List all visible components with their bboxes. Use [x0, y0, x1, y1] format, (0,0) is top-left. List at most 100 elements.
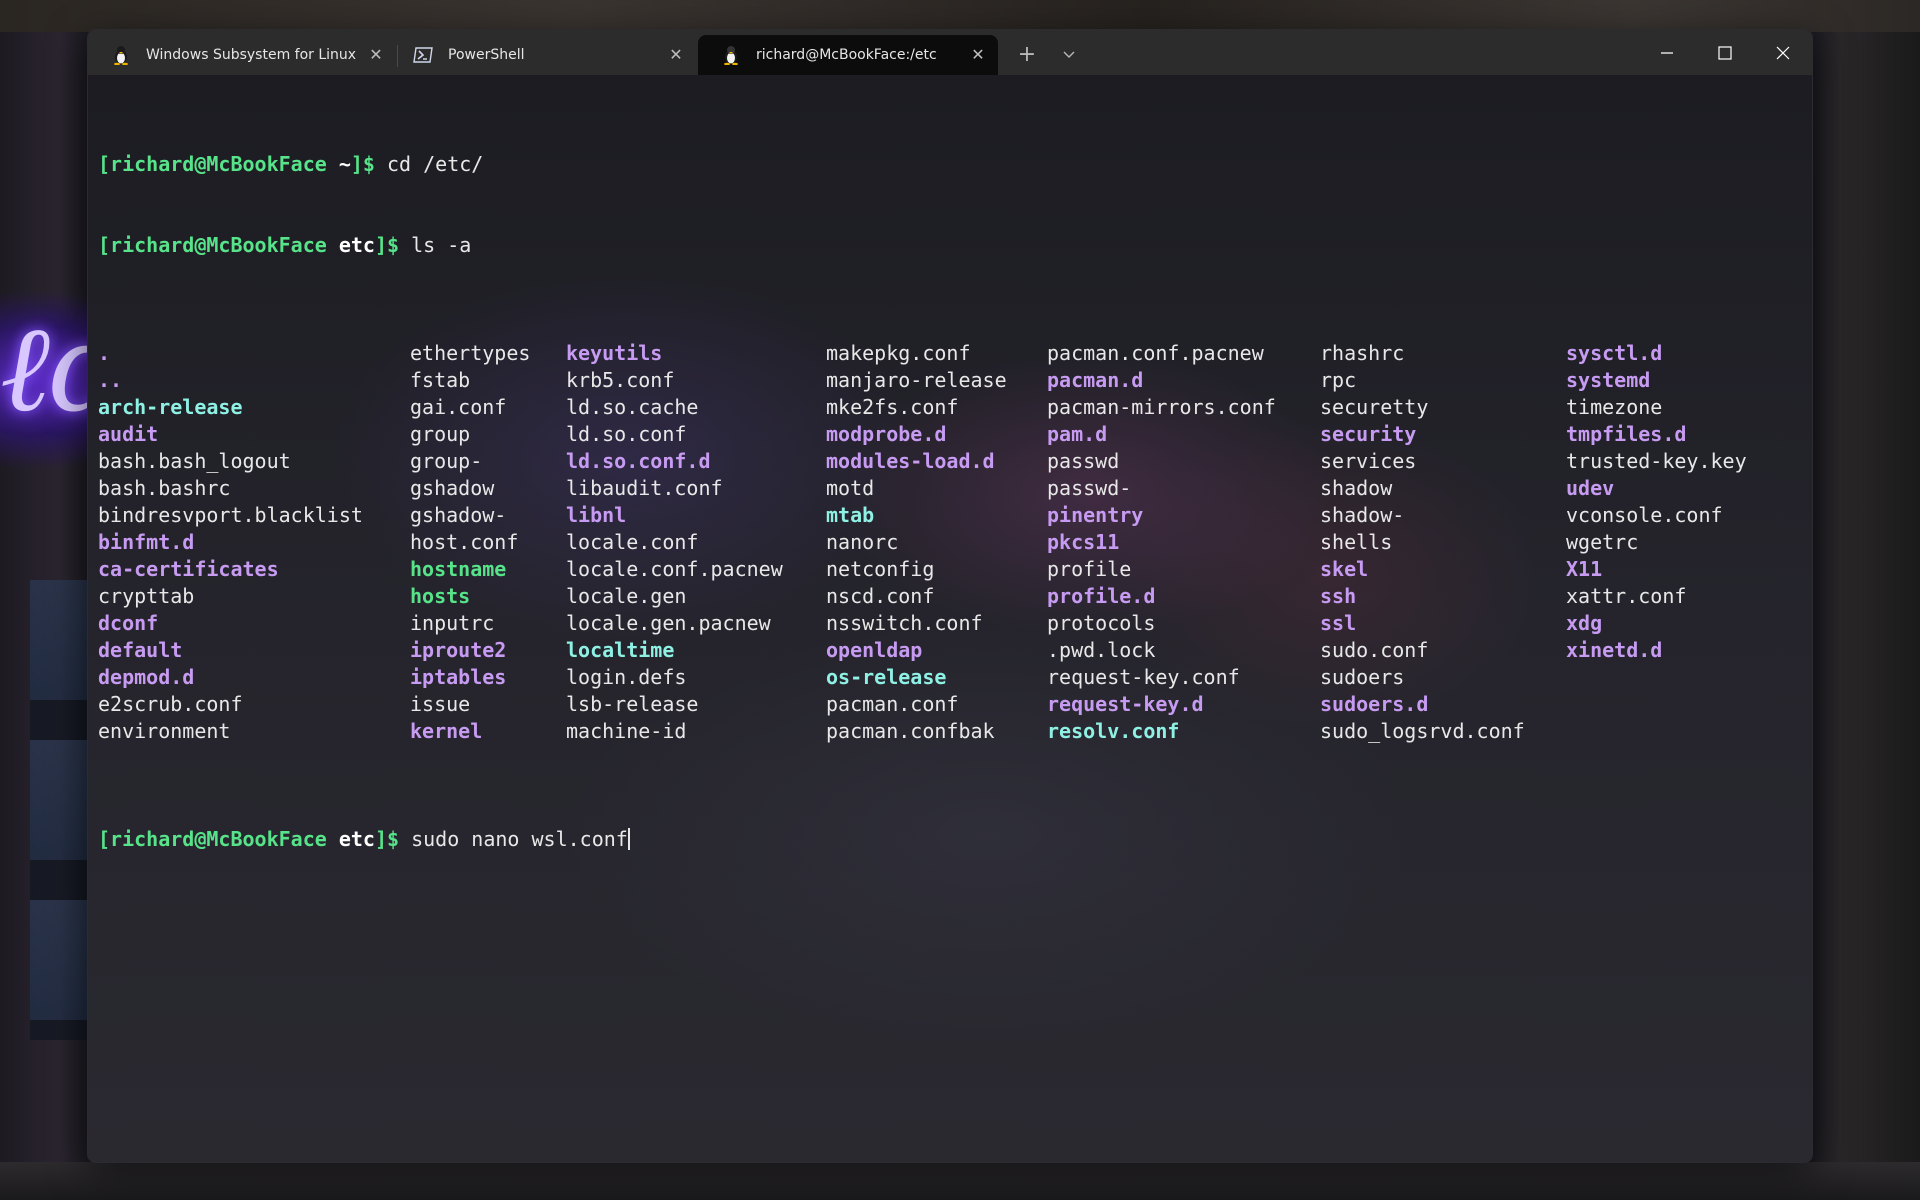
ls-entry-file: nsswitch.conf: [826, 611, 983, 635]
ls-entry-link: os-release: [826, 665, 947, 689]
command-text: cd /etc/: [387, 152, 484, 176]
ls-entry-file: xattr.conf: [1566, 584, 1687, 608]
linux-tux-icon: [110, 44, 132, 66]
desktop-wallpaper-bottom: [0, 1162, 1920, 1200]
ls-entry-file: environment: [98, 719, 231, 743]
ls-entry-dir: X11: [1566, 557, 1603, 581]
ls-entry-file: locale.conf.pacnew: [566, 557, 783, 581]
ls-entry-file: gshadow-: [410, 503, 507, 527]
ls-entry-file: lsb-release: [566, 692, 699, 716]
ls-column: ... arch-release audit bash.bash_logoutbash…: [98, 340, 363, 745]
ls-entry-file: timezone: [1566, 395, 1663, 419]
new-tab-button[interactable]: +: [1014, 42, 1040, 68]
ls-entry-file: nanorc: [826, 530, 899, 554]
ls-entry-file: issue: [410, 692, 471, 716]
tab-wsl[interactable]: Windows Subsystem for Linux P ✕: [88, 35, 396, 75]
terminal-line: [richard@McBookFace etc]$ ls -a: [98, 232, 1802, 259]
ls-column: rhashrc rpc securetty security services shado…: [1320, 340, 1525, 745]
ls-column: sysctl.d systemd timezone tmpfiles.d trusted…: [1566, 340, 1747, 664]
ls-entry-file: shadow-: [1320, 503, 1405, 527]
ls-entry-dir: pacman.d: [1047, 368, 1144, 392]
ls-entry-link: arch-release: [98, 395, 243, 419]
tab-label: PowerShell: [448, 47, 525, 63]
prompt-suffix: ]$: [374, 827, 412, 851]
minimize-icon: [1661, 51, 1673, 54]
ls-entry-dir: ..: [98, 368, 123, 392]
ls-entry-file: gshadow: [410, 476, 495, 500]
ls-entry-file: mke2fs.conf: [826, 395, 959, 419]
ls-entry-file: .pwd.lock: [1047, 638, 1156, 662]
ls-entry-dir: pinentry: [1047, 503, 1144, 527]
ls-entry-file: passwd-: [1047, 476, 1132, 500]
ls-entry-file: pacman.conf: [826, 692, 959, 716]
minimize-button[interactable]: [1638, 30, 1696, 75]
desktop-wallpaper-top: [0, 0, 1920, 32]
ls-entry-file: wgetrc: [1566, 530, 1639, 554]
ls-entry-file: rpc: [1320, 368, 1357, 392]
ls-entry-file: bash.bash_logout: [98, 449, 291, 473]
maximize-button[interactable]: [1696, 30, 1754, 75]
ls-entry-file: nscd.conf: [826, 584, 935, 608]
close-window-button[interactable]: [1754, 30, 1812, 75]
ls-entry-dir: xdg: [1566, 611, 1603, 635]
close-tab-icon[interactable]: ✕: [366, 45, 386, 65]
ls-column: ethertypes fstab gai.conf group group-gshado…: [410, 340, 530, 745]
ls-column: pacman.conf.pacnew pacman.d pacman-mirrors…: [1047, 340, 1276, 745]
ls-entry-dir: .: [98, 341, 111, 365]
linux-tux-icon: [720, 44, 742, 66]
ls-entry-dir: ld.so.conf.d: [566, 449, 711, 473]
ls-entry-dir: modules-load.d: [826, 449, 995, 473]
ls-entry-dir: kernel: [410, 719, 483, 743]
ls-entry-file: rhashrc: [1320, 341, 1405, 365]
ls-entry-dir: tmpfiles.d: [1566, 422, 1687, 446]
ls-entry-dir: xinetd.d: [1566, 638, 1663, 662]
title-bar[interactable]: Windows Subsystem for Linux P ✕ PowerShe…: [88, 30, 1812, 75]
ls-column: makepkg.conf manjaro-release mke2fs.conf mo…: [826, 340, 1007, 745]
ls-entry-link: localtime: [566, 638, 675, 662]
tab-dropdown-button[interactable]: [1056, 42, 1082, 68]
ls-entry-dir: ssh: [1320, 584, 1357, 608]
ls-entry-dir: keyutils: [566, 341, 663, 365]
ls-entry-file: services: [1320, 449, 1417, 473]
ls-entry-file: host.conf: [410, 530, 519, 554]
prompt-dir: etc: [338, 233, 375, 257]
ls-entry-dir: iptables: [410, 665, 507, 689]
ls-entry-dir: default: [98, 638, 183, 662]
close-tab-icon[interactable]: ✕: [666, 45, 686, 65]
close-icon: [1776, 46, 1790, 59]
terminal-input-line[interactable]: [richard@McBookFace etc]$ sudo nano wsl.…: [98, 826, 1802, 853]
ls-column: keyutils krb5.conf ld.so.cache ld.so.conf ld…: [566, 340, 783, 745]
terminal-pane[interactable]: [richard@McBookFace ~]$ cd /etc/ [richar…: [88, 75, 1812, 1162]
tab-powershell[interactable]: PowerShell ✕: [398, 35, 696, 75]
ls-entry-file: login.defs: [566, 665, 687, 689]
ls-entry-dir: ssl: [1320, 611, 1357, 635]
terminal-line: [richard@McBookFace ~]$ cd /etc/: [98, 151, 1802, 178]
ls-entry-dir: request-key.d: [1047, 692, 1204, 716]
ls-entry-file: profile: [1047, 557, 1132, 581]
ls-entry-file: manjaro-release: [826, 368, 1007, 392]
maximize-icon: [1718, 45, 1732, 60]
tab-etc[interactable]: richard@McBookFace:/etc ✕: [698, 35, 998, 75]
close-tab-icon[interactable]: ✕: [968, 45, 988, 65]
ls-entry-dir: skel: [1320, 557, 1369, 581]
ls-entry-file: ld.so.cache: [566, 395, 699, 419]
ls-entry-dir: libnl: [566, 503, 627, 527]
prompt-suffix: ]$: [350, 152, 387, 176]
ls-entry-exec: hosts: [410, 584, 471, 608]
ls-entry-file: sudo.conf: [1320, 638, 1429, 662]
prompt-dir: ~: [338, 152, 351, 176]
ls-entry-dir: audit: [98, 422, 159, 446]
command-input[interactable]: sudo nano wsl.conf: [411, 827, 628, 851]
ls-entry-dir: udev: [1566, 476, 1615, 500]
ls-entry-dir: dconf: [98, 611, 159, 635]
wallpaper-storefront: [30, 580, 88, 1040]
ls-entry-file: shells: [1320, 530, 1393, 554]
prompt-user: [richard@McBookFace: [98, 233, 339, 257]
ls-entry-file: bindresvport.blacklist: [98, 503, 363, 527]
text-cursor: [627, 828, 630, 850]
ls-entry-dir: ca-certificates: [98, 557, 279, 581]
ls-entry-file: bash.bashrc: [98, 476, 231, 500]
ls-entry-file: group: [410, 422, 471, 446]
ls-entry-file: vconsole.conf: [1566, 503, 1723, 527]
prompt-user: [richard@McBookFace: [98, 152, 339, 176]
